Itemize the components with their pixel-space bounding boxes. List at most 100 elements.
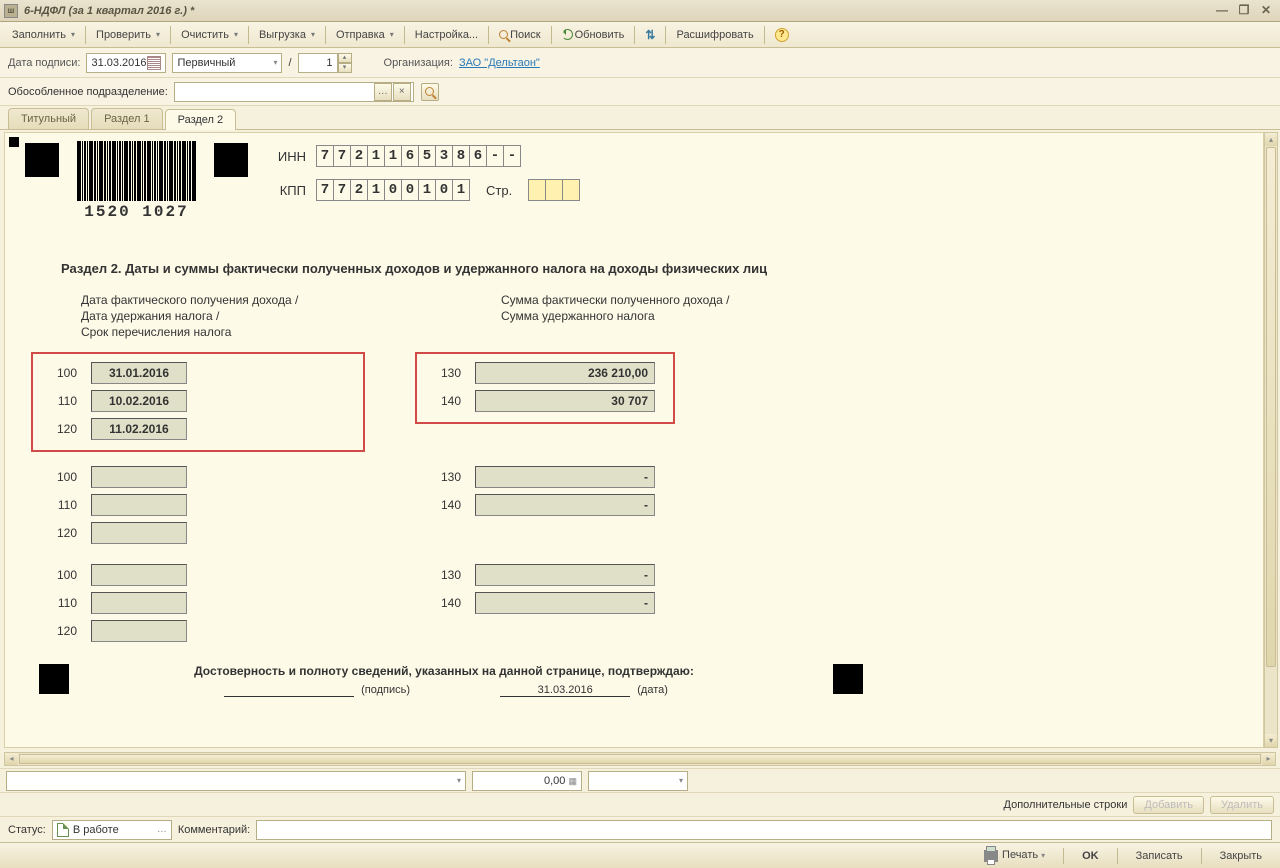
horizontal-scrollbar[interactable]: ◂▸ [4,752,1276,766]
clear-button[interactable]: Очистить [175,27,244,43]
minimize-button[interactable]: — [1212,3,1232,19]
field-110-3[interactable] [91,592,187,614]
field-120-1[interactable]: 11.02.2016 [91,418,187,440]
select-button[interactable]: … [374,83,392,101]
status-row: Статус: В работе … Комментарий: [0,816,1280,842]
clear-field-button[interactable]: × [393,83,411,101]
aux-row: ▾ 0,00 ▦ ▾ [0,768,1280,792]
main-toolbar: Заполнить Проверить Очистить Выгрузка От… [0,22,1280,48]
help-icon: ? [775,28,789,42]
params-row: Дата подписи: 31.03.2016 Первичный▾ / 1 … [0,48,1280,78]
maximize-button[interactable]: ❐ [1234,3,1254,19]
document-area: 1520 1027 ИНН 7721165386-- КПП 772100101 [4,132,1264,748]
tab-title[interactable]: Титульный [8,108,89,129]
arrows-icon: ⇅ [645,28,655,42]
aux-combo-1[interactable]: ▾ [6,771,466,791]
slash: / [288,57,291,69]
search-icon [499,30,508,39]
window-title: 6-НДФЛ (за 1 квартал 2016 г.) * [24,5,194,17]
field-120-3[interactable] [91,620,187,642]
extra-rows-bar: Дополнительные строки Добавить Удалить [0,792,1280,816]
signature-date: 31.03.2016 [500,684,630,697]
doc-type-combo[interactable]: Первичный▾ [172,53,282,73]
sums-highlight-box: 130236 210,00 14030 707 [415,352,675,424]
field-100-1[interactable]: 31.01.2016 [91,362,187,384]
corner-marker [9,137,19,147]
decode-button[interactable]: Расшифровать [670,27,759,43]
field-120-2[interactable] [91,522,187,544]
field-140-3[interactable]: - [475,592,655,614]
aux-combo-2[interactable]: ▾ [588,771,688,791]
aux-amount[interactable]: 0,00 ▦ [472,771,582,791]
field-130-2[interactable]: - [475,466,655,488]
field-140-2[interactable]: - [475,494,655,516]
tab-section1[interactable]: Раздел 1 [91,108,163,129]
calendar-icon[interactable] [147,56,161,70]
lookup-button[interactable] [421,83,439,101]
tabs: Титульный Раздел 1 Раздел 2 [0,106,1280,130]
sign-date-input[interactable]: 31.03.2016 [86,53,166,73]
export-button[interactable]: Выгрузка [253,27,321,43]
page-cells[interactable] [528,179,580,201]
search-icon [425,87,434,96]
help-button[interactable]: ? [769,26,795,44]
barcode: 1520 1027 [77,141,196,221]
marker-square-sig-left [39,664,69,694]
subdivision-row: Обособленное подразделение: … × [0,78,1280,106]
left-column-header: Дата фактического получения дохода / Дат… [81,292,381,340]
field-110-1[interactable]: 10.02.2016 [91,390,187,412]
vertical-scrollbar[interactable]: ▴▾ [1264,132,1278,748]
add-row-button[interactable]: Добавить [1133,796,1204,814]
subdiv-input[interactable]: … × [174,82,414,102]
settings-button[interactable]: Настройка... [409,27,484,43]
close-button[interactable]: Закрыть [1210,847,1272,865]
signature-line [224,684,354,697]
spin-up[interactable]: ▴ [338,53,352,63]
spin-down[interactable]: ▾ [338,63,352,73]
marker-square-mid [214,143,248,177]
status-field[interactable]: В работе … [52,820,172,840]
page-label: Стр. [486,183,512,198]
ok-button[interactable]: OK [1072,847,1109,865]
footer: Печать OK Записать Закрыть [0,842,1280,868]
field-100-2[interactable] [91,466,187,488]
field-130-3[interactable]: - [475,564,655,586]
close-window-button[interactable]: ✕ [1256,3,1276,19]
document-wrapper: 1520 1027 ИНН 7721165386-- КПП 772100101 [0,130,1280,750]
kpp-cells: 772100101 [316,179,470,201]
inn-cells: 7721165386-- [316,145,521,167]
sort-button[interactable]: ⇅ [639,26,661,44]
inn-label: ИНН [266,149,306,164]
tab-section2[interactable]: Раздел 2 [165,109,237,130]
app-icon: ш [4,4,18,18]
send-button[interactable]: Отправка [330,27,400,43]
status-label: Статус: [8,824,46,836]
sign-date-label: Дата подписи: [8,57,80,69]
extra-rows-label: Дополнительные строки [1004,799,1128,811]
right-column-header: Сумма фактически полученного дохода / Су… [501,292,801,340]
delete-row-button[interactable]: Удалить [1210,796,1274,814]
barcode-text: 1520 1027 [84,203,188,221]
org-label: Организация: [384,57,453,69]
field-130-1[interactable]: 236 210,00 [475,362,655,384]
comment-input[interactable] [256,820,1272,840]
field-100-3[interactable] [91,564,187,586]
refresh-icon [562,29,573,40]
dates-highlight-box: 10031.01.2016 11010.02.2016 12011.02.201… [31,352,365,452]
check-button[interactable]: Проверить [90,27,166,43]
kpp-label: КПП [266,183,306,198]
printer-icon [984,850,998,862]
field-110-2[interactable] [91,494,187,516]
print-button[interactable]: Печать [974,846,1055,864]
section-title: Раздел 2. Даты и суммы фактически получе… [61,261,1243,276]
refresh-button[interactable]: Обновить [556,27,631,43]
search-button[interactable]: Поиск [493,27,546,43]
comment-label: Комментарий: [178,824,250,836]
save-button[interactable]: Записать [1126,847,1193,865]
org-link[interactable]: ЗАО "Дельтаон" [459,57,540,69]
field-140-1[interactable]: 30 707 [475,390,655,412]
file-icon [57,823,69,837]
fill-button[interactable]: Заполнить [6,27,81,43]
signature-row: Достоверность и полноту сведений, указан… [25,664,1243,697]
correction-number-input[interactable]: 1 [298,53,338,73]
